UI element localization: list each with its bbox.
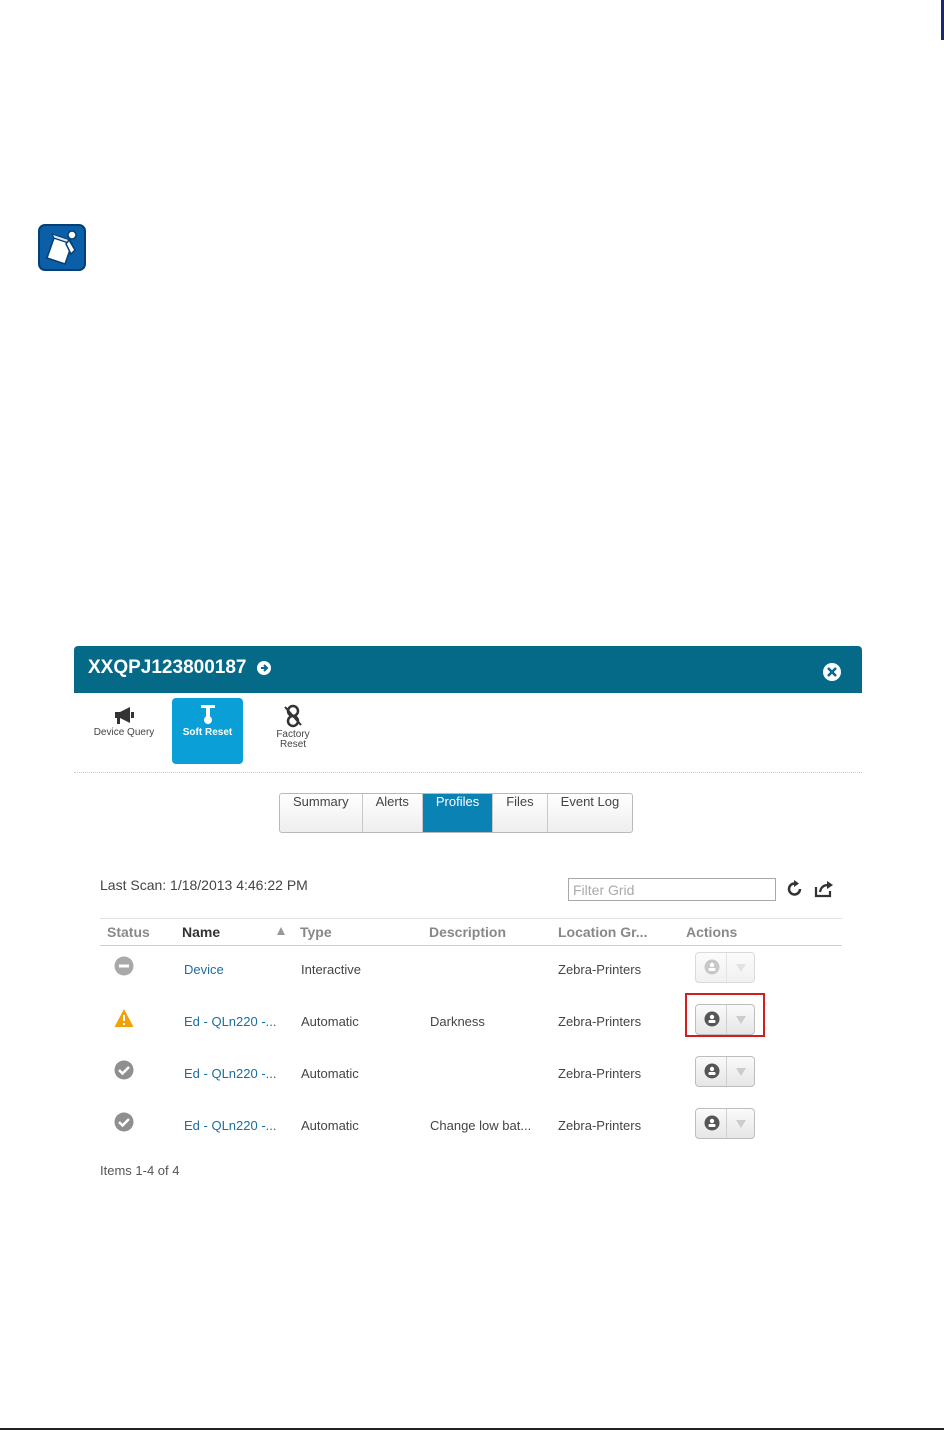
column-location-group[interactable]: Location Gr... <box>558 924 647 940</box>
profile-type: Automatic <box>301 1118 359 1133</box>
table-row[interactable]: Ed - QLn220 -... Automatic Change low ba… <box>100 1102 842 1154</box>
column-name[interactable]: Name <box>182 924 220 940</box>
row-action-dropdown[interactable] <box>727 1005 754 1034</box>
person-icon <box>704 1115 720 1131</box>
action-toolbar: Device Query Soft Reset Factory Reset <box>74 693 862 773</box>
row-action-button[interactable] <box>696 953 728 982</box>
row-action-button[interactable] <box>696 1057 728 1086</box>
tab-alerts[interactable]: Alerts <box>363 794 423 832</box>
megaphone-icon <box>115 707 134 724</box>
dialog-title: XXQPJ123800187 <box>88 657 247 678</box>
export-icon[interactable] <box>814 880 834 898</box>
soft-reset-label: Soft Reset <box>182 727 233 738</box>
row-action-dropdown[interactable] <box>727 1057 754 1086</box>
table-row[interactable]: Ed - QLn220 -... Automatic Darkness Zebr… <box>100 993 842 1050</box>
device-dialog: XXQPJ123800187 Device Query Soft Reset F… <box>74 646 862 1196</box>
table-row[interactable]: Ed - QLn220 -... Automatic Zebra-Printer… <box>100 1050 842 1102</box>
row-action-split-button[interactable] <box>695 1056 755 1087</box>
row-action-dropdown[interactable] <box>727 953 754 982</box>
chevron-down-icon <box>736 964 747 972</box>
ok-status-icon <box>114 1060 134 1080</box>
grid-header: Status Name Type Description Location Gr… <box>100 918 842 946</box>
profile-location: Zebra-Printers <box>558 1118 642 1133</box>
bottom-rule <box>0 1428 944 1430</box>
row-action-split-button[interactable] <box>695 952 755 983</box>
factory-reset-button[interactable]: Factory Reset <box>254 698 332 764</box>
last-scan-text: Last Scan: 1/18/2013 4:46:22 PM <box>100 877 308 893</box>
filter-grid-input[interactable] <box>568 878 776 901</box>
tab-files[interactable]: Files <box>493 794 548 832</box>
column-description[interactable]: Description <box>429 924 506 940</box>
person-icon <box>704 959 720 975</box>
profile-name-link[interactable]: Ed - QLn220 -... <box>184 1014 277 1029</box>
profile-type: Automatic <box>301 1014 359 1029</box>
profile-type: Interactive <box>301 962 361 977</box>
tab-event-log[interactable]: Event Log <box>548 794 633 832</box>
column-status[interactable]: Status <box>107 924 150 940</box>
tab-bar: Summary Alerts Profiles Files Event Log <box>279 793 634 833</box>
profile-name-link[interactable]: Ed - QLn220 -... <box>184 1066 277 1081</box>
tab-summary[interactable]: Summary <box>280 794 363 832</box>
profiles-grid: Status Name Type Description Location Gr… <box>100 918 842 1154</box>
profile-location: Zebra-Printers <box>558 1014 642 1029</box>
column-actions: Actions <box>686 924 738 940</box>
chevron-down-icon <box>736 1120 747 1128</box>
soft-reset-button[interactable]: Soft Reset <box>172 698 243 764</box>
profile-description: Change low bat... <box>430 1118 532 1133</box>
factory-reset-icon <box>284 704 302 728</box>
refresh-icon[interactable] <box>786 880 804 898</box>
person-icon <box>704 1063 720 1079</box>
row-action-split-button[interactable] <box>695 1004 755 1035</box>
column-type[interactable]: Type <box>300 924 332 940</box>
ok-status-icon <box>114 1112 134 1132</box>
warning-status-icon <box>114 1009 134 1027</box>
row-action-button[interactable] <box>696 1109 728 1138</box>
profile-name-link[interactable]: Device <box>184 962 224 977</box>
dialog-titlebar: XXQPJ123800187 <box>74 646 862 693</box>
row-action-split-button[interactable] <box>695 1108 755 1139</box>
profile-description: Darkness <box>430 1014 485 1029</box>
items-count: Items 1-4 of 4 <box>100 1163 180 1178</box>
row-action-dropdown[interactable] <box>727 1109 754 1138</box>
profile-type: Automatic <box>301 1066 359 1081</box>
device-query-label: Device Query <box>93 727 155 738</box>
row-action-button[interactable] <box>696 1005 728 1034</box>
close-icon[interactable] <box>822 662 842 682</box>
chevron-down-icon <box>736 1016 747 1024</box>
sort-ascending-icon <box>277 927 285 935</box>
arrow-right-circle-icon[interactable] <box>256 660 272 676</box>
chevron-down-icon <box>736 1068 747 1076</box>
person-icon <box>704 1011 720 1027</box>
tab-profiles[interactable]: Profiles <box>422 794 494 832</box>
profile-name-link[interactable]: Ed - QLn220 -... <box>184 1118 277 1133</box>
disabled-status-icon <box>114 956 134 976</box>
note-icon <box>38 224 86 271</box>
factory-reset-label-line2: Reset <box>279 739 307 750</box>
profile-location: Zebra-Printers <box>558 1066 642 1081</box>
reset-icon <box>200 705 215 724</box>
table-row[interactable]: Device Interactive Zebra-Printers <box>100 946 842 998</box>
device-query-button[interactable]: Device Query <box>86 698 162 764</box>
profile-location: Zebra-Printers <box>558 962 642 977</box>
